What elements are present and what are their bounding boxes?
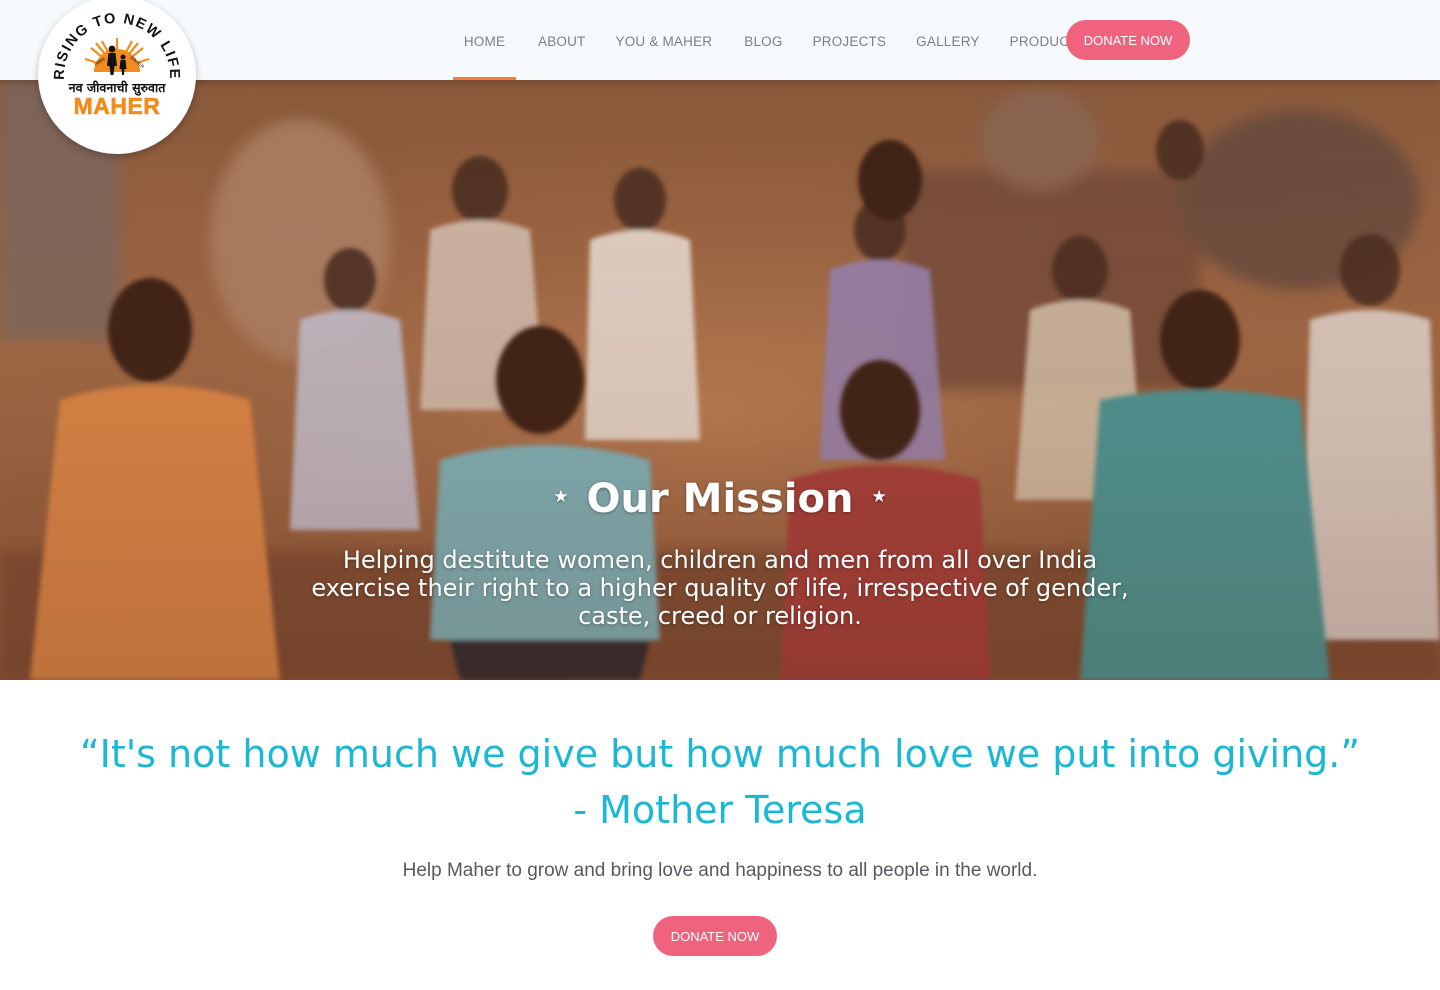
hero-section: ★ Our Mission ★ Helping destitute women, c…: [0, 80, 1440, 680]
maher-logo[interactable]: RISING TO NEW LIFE HIMA MAHER नव जीवनाची…: [38, 0, 196, 154]
nav-item-gallery[interactable]: GALLERY: [916, 0, 979, 80]
star-icon: ★: [553, 487, 569, 507]
mission-statement: Helping destitute women, children and me…: [311, 546, 1129, 630]
nav-item-you-and-maher[interactable]: YOU & MAHER: [616, 0, 713, 80]
nav-item-blog[interactable]: BLOG: [744, 0, 782, 80]
logo-brand-text: MAHER: [74, 93, 161, 119]
nav-item-home[interactable]: HOME: [453, 0, 516, 80]
mission-title-text: Our Mission: [586, 476, 854, 522]
site-header: HOME ABOUT YOU & MAHER BLOG PROJECTS GAL…: [0, 0, 1440, 80]
mother-teresa-quote: “It's not how much we give but how much …: [60, 726, 1380, 838]
logo-graphic: RISING TO NEW LIFE HIMA MAHER नव जीवनाची…: [52, 11, 181, 120]
donate-now-button-bottom[interactable]: DONATE NOW: [653, 916, 777, 956]
donate-now-button[interactable]: DONATE NOW: [1066, 20, 1190, 60]
quote-text: “It's not how much we give but how much …: [79, 732, 1361, 776]
nav-item-about[interactable]: ABOUT: [538, 0, 586, 80]
star-icon: ★: [871, 487, 887, 507]
quote-author: - Mother Teresa: [573, 788, 867, 832]
main-nav: HOME ABOUT YOU & MAHER BLOG PROJECTS GAL…: [453, 0, 1087, 80]
mission-title: ★ Our Mission ★: [0, 476, 1440, 522]
nav-item-projects[interactable]: PROJECTS: [813, 0, 887, 80]
help-maher-text: Help Maher to grow and bring love and ha…: [402, 860, 1038, 881]
